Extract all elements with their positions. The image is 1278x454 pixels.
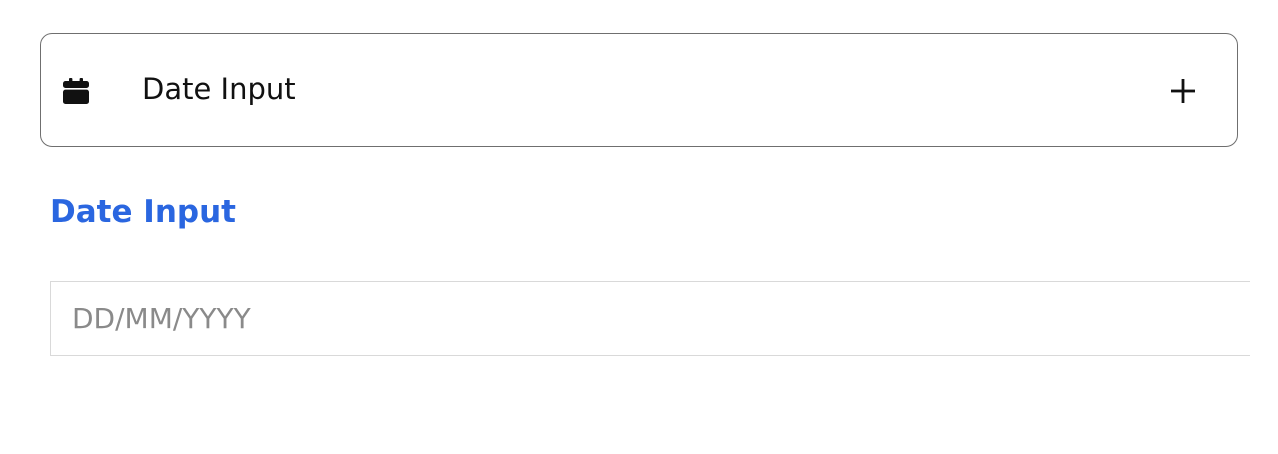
- accordion-title: Date Input: [142, 72, 296, 106]
- plus-icon[interactable]: [1169, 77, 1197, 105]
- calendar-icon: [62, 77, 90, 105]
- date-input-field[interactable]: [50, 281, 1250, 356]
- date-field-label: Date Input: [50, 194, 236, 230]
